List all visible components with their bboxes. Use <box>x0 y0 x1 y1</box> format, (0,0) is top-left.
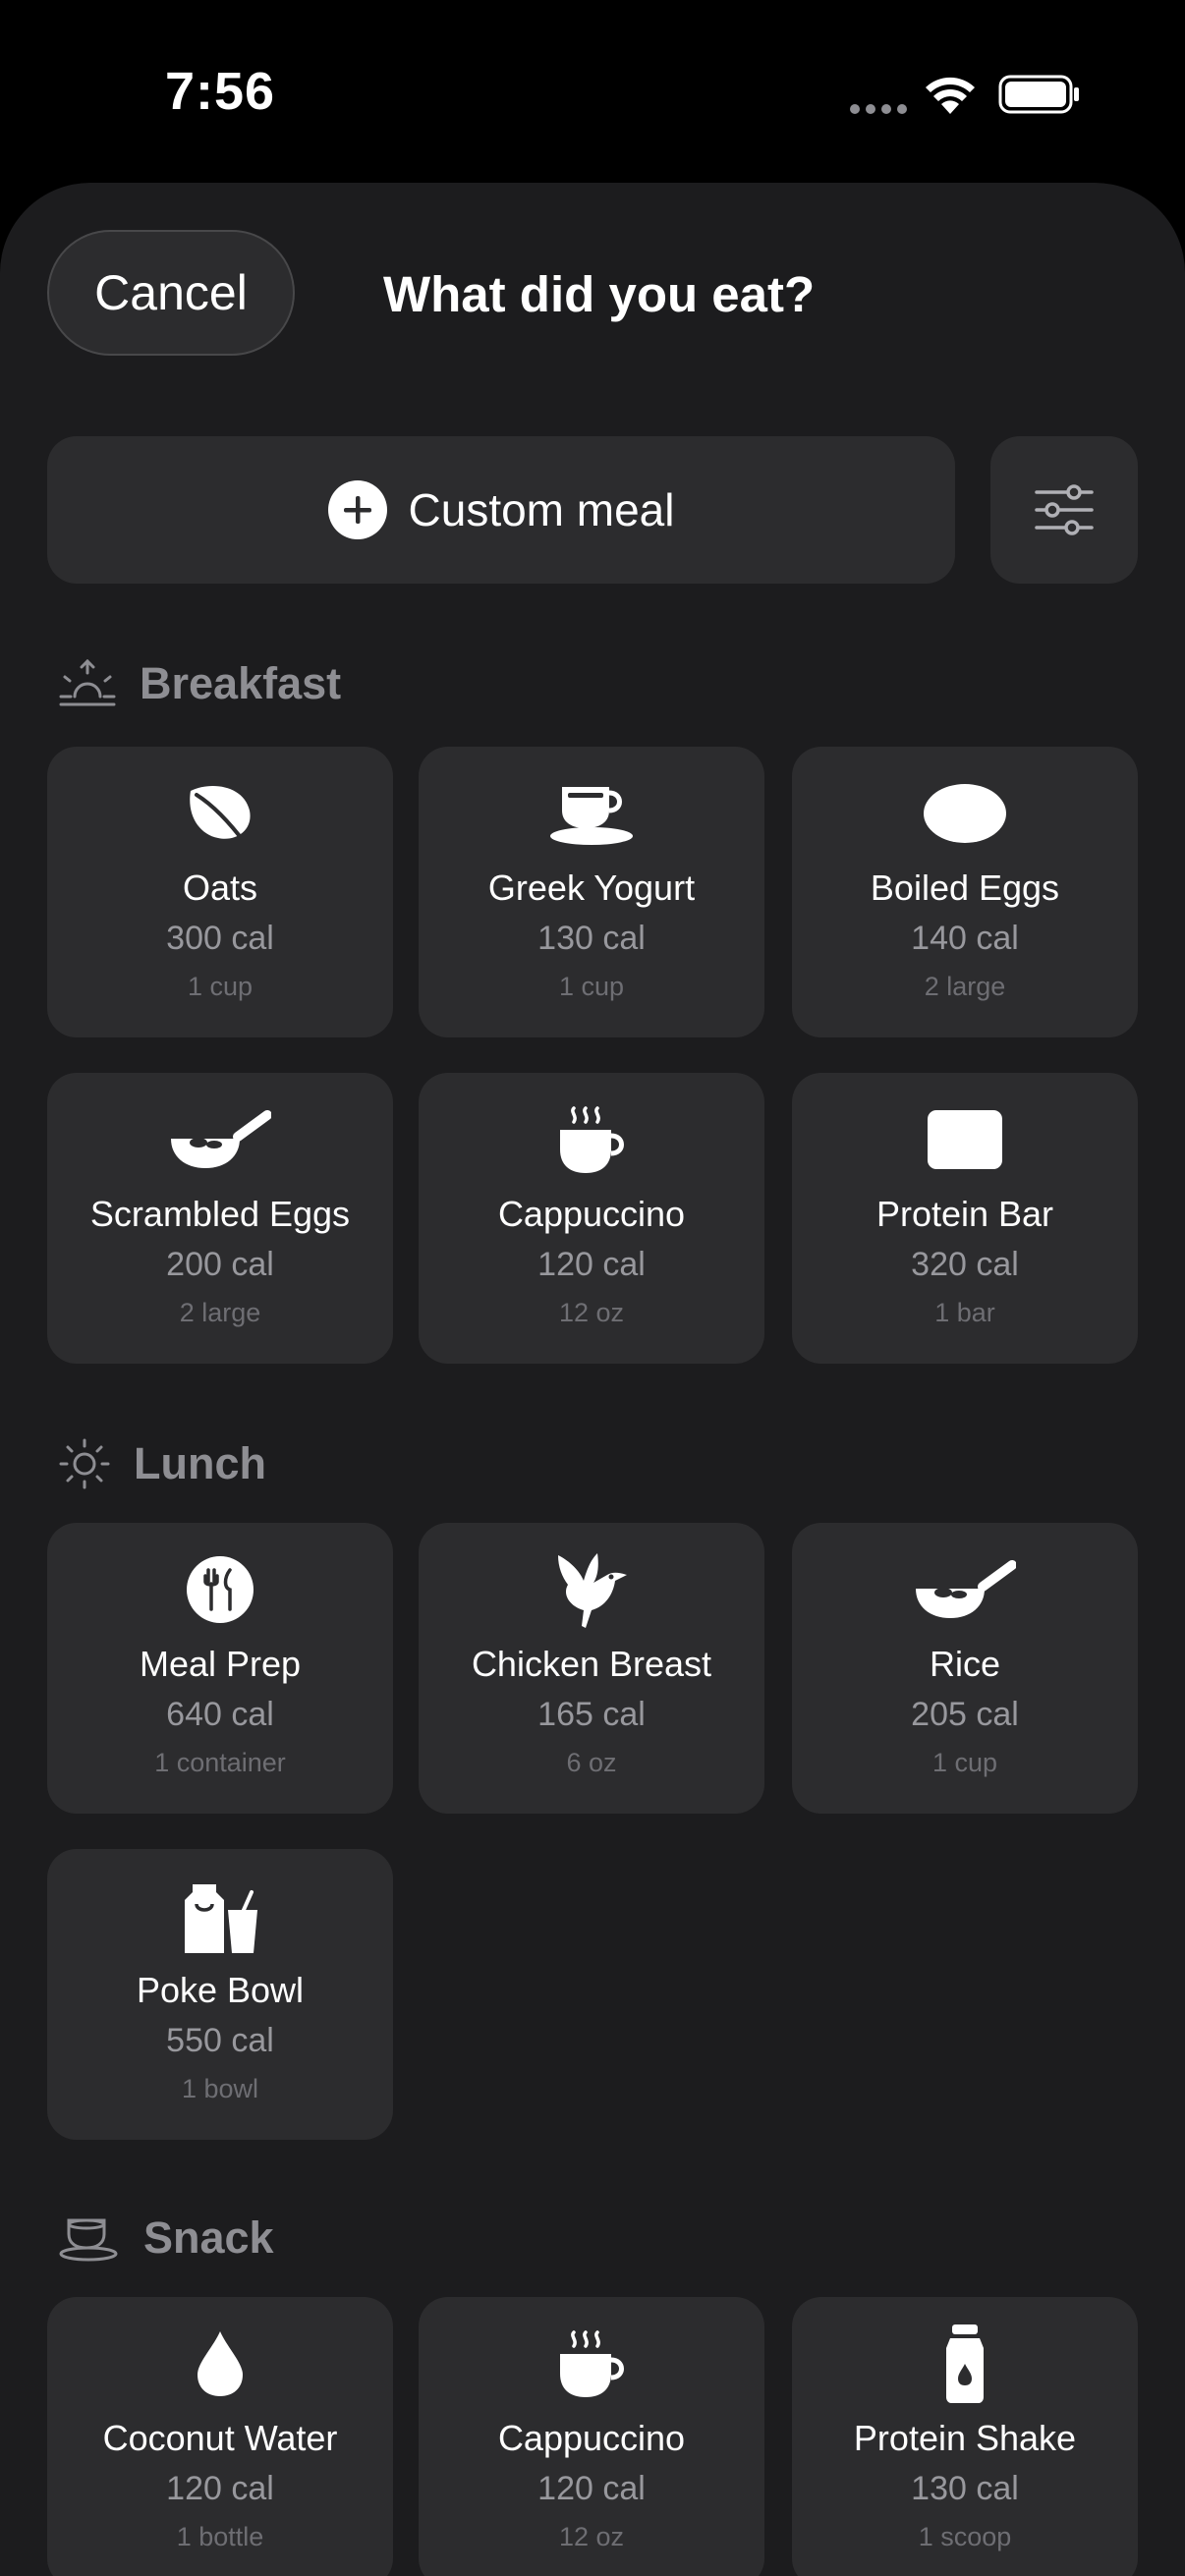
food-portion: 1 cup <box>931 1748 998 1777</box>
food-name: Cappuccino <box>497 2418 686 2458</box>
custom-meal-button[interactable]: Custom meal <box>47 436 955 584</box>
food-card[interactable]: Poke Bowl 550 cal 1 bowl <box>47 1849 393 2140</box>
leaf-icon <box>190 785 251 846</box>
food-calories: 120 cal <box>537 2470 646 2507</box>
food-calories: 200 cal <box>166 1246 274 1283</box>
food-portion: 1 cup <box>558 972 625 1001</box>
food-portion: 1 cup <box>187 972 254 1001</box>
cellular-signal-icon <box>850 104 907 114</box>
cancel-button[interactable]: Cancel <box>47 230 295 356</box>
food-calories: 130 cal <box>911 2470 1019 2507</box>
hot-cup-icon <box>560 2330 624 2397</box>
cup-and-saucer-icon <box>550 787 633 845</box>
food-card[interactable]: Greek Yogurt 130 cal 1 cup <box>419 747 764 1037</box>
section-header-snack: Snack <box>59 2209 274 2268</box>
food-name: Chicken Breast <box>471 1644 712 1684</box>
food-name: Protein Shake <box>853 2418 1077 2458</box>
food-portion: 6 oz <box>566 1748 617 1777</box>
plus-circle-icon <box>327 480 387 539</box>
food-portion: 12 oz <box>558 2522 625 2551</box>
section-header-breakfast: Breakfast <box>59 654 341 713</box>
food-name: Boiled Eggs <box>870 868 1060 908</box>
food-name: Oats <box>182 868 258 908</box>
food-name: Greek Yogurt <box>487 868 696 908</box>
food-card[interactable]: Cappuccino 120 cal 12 oz <box>419 1073 764 1364</box>
food-card[interactable]: Rice 205 cal 1 cup <box>792 1523 1138 1814</box>
food-card[interactable]: Protein Bar 320 cal 1 bar <box>792 1073 1138 1364</box>
bird-icon <box>558 1553 627 1628</box>
shaker-bottle-icon <box>946 2324 984 2403</box>
sunrise-icon <box>59 659 116 706</box>
egg-icon <box>924 784 1006 843</box>
food-calories: 300 cal <box>166 920 274 957</box>
food-portion: 2 large <box>179 1298 261 1327</box>
food-card[interactable]: Scrambled Eggs 200 cal 2 large <box>47 1073 393 1364</box>
food-calories: 550 cal <box>166 2022 274 2059</box>
food-portion: 12 oz <box>558 1298 625 1327</box>
food-portion: 1 scoop <box>918 2522 1012 2551</box>
food-card[interactable]: Oats 300 cal 1 cup <box>47 747 393 1037</box>
food-name: Cappuccino <box>497 1194 686 1234</box>
sun-icon <box>59 1438 110 1489</box>
wifi-icon <box>926 77 975 114</box>
food-name: Poke Bowl <box>136 1970 305 2010</box>
food-calories: 120 cal <box>537 1246 646 1283</box>
food-card[interactable]: Chicken Breast 165 cal 6 oz <box>419 1523 764 1814</box>
section-title: Breakfast <box>140 658 342 708</box>
food-portion: 1 bar <box>934 1298 995 1327</box>
drop-icon <box>198 2331 243 2396</box>
food-calories: 140 cal <box>911 920 1019 957</box>
food-portion: 1 bottle <box>176 2522 264 2551</box>
page-title: What did you eat? <box>383 266 816 322</box>
food-name: Protein Bar <box>875 1194 1054 1234</box>
section-title: Lunch <box>134 1438 266 1488</box>
food-calories: 130 cal <box>537 920 646 957</box>
food-portion: 1 bowl <box>181 2074 259 2103</box>
food-name: Coconut Water <box>102 2418 338 2458</box>
food-calories: 120 cal <box>166 2470 274 2507</box>
section-header-lunch: Lunch <box>59 1434 266 1493</box>
hot-cup-icon <box>560 1106 624 1173</box>
food-portion: 2 large <box>924 972 1006 1001</box>
add-meal-sheet: Cancel What did you eat? Custom meal Bre… <box>0 183 1185 2576</box>
section-title: Snack <box>143 2212 274 2263</box>
food-card[interactable]: Cappuccino 120 cal 12 oz <box>419 2297 764 2576</box>
custom-meal-label: Custom meal <box>408 484 675 535</box>
bar-icon <box>928 1110 1002 1169</box>
food-name: Rice <box>929 1644 1001 1684</box>
takeout-bag-icon <box>185 1884 257 1953</box>
food-calories: 320 cal <box>911 1246 1019 1283</box>
food-card[interactable]: Coconut Water 120 cal 1 bottle <box>47 2297 393 2576</box>
status-bar: 7:56 <box>0 0 1185 177</box>
food-name: Meal Prep <box>139 1644 302 1684</box>
food-card[interactable]: Boiled Eggs 140 cal 2 large <box>792 747 1138 1037</box>
food-calories: 165 cal <box>537 1696 646 1733</box>
food-calories: 205 cal <box>911 1696 1019 1733</box>
food-card[interactable]: Meal Prep 640 cal 1 container <box>47 1523 393 1814</box>
fork-knife-icon <box>187 1556 254 1623</box>
food-name: Scrambled Eggs <box>89 1194 351 1234</box>
sliders-icon <box>1035 484 1094 535</box>
status-time: 7:56 <box>165 62 276 121</box>
frying-pan-icon <box>171 1110 271 1168</box>
cup-and-saucer-icon <box>59 2218 118 2262</box>
filter-button[interactable] <box>990 436 1138 584</box>
food-calories: 640 cal <box>166 1696 274 1733</box>
frying-pan-icon <box>916 1560 1016 1618</box>
battery-icon <box>998 75 1079 114</box>
food-portion: 1 container <box>154 1748 286 1777</box>
food-card[interactable]: Protein Shake 130 cal 1 scoop <box>792 2297 1138 2576</box>
